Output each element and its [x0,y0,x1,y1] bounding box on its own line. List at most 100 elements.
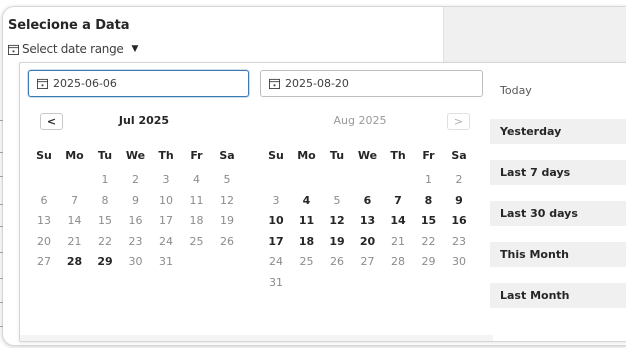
preset-last-7-days[interactable]: Last 7 days [490,160,626,185]
day-cell[interactable]: 27 [355,255,381,268]
day-cell[interactable]: 17 [263,235,289,248]
day-cell[interactable]: 29 [416,255,442,268]
day-cell[interactable]: 24 [263,255,289,268]
day-cell[interactable]: 23 [446,235,472,248]
month-title-july: Jul 2025 [118,114,170,127]
day-cell[interactable]: 19 [324,235,350,248]
weekday-header: Fr [422,149,435,162]
day-cell[interactable]: 30 [446,255,472,268]
left-edge-tick [0,152,3,153]
day-cell[interactable]: 4 [184,173,210,186]
day-cell[interactable]: 5 [214,173,240,186]
day-cell[interactable]: 3 [153,173,179,186]
calendar-icon [269,78,280,89]
day-cell[interactable]: 17 [153,214,179,227]
day-cell[interactable]: 11 [294,214,320,227]
day-cell[interactable]: 12 [214,194,240,207]
calendar-icon [37,78,48,89]
day-cell[interactable]: 4 [294,194,320,207]
day-cell[interactable]: 10 [153,194,179,207]
day-cell[interactable]: 30 [123,255,149,268]
day-cell[interactable]: 25 [294,255,320,268]
day-cell[interactable]: 26 [324,255,350,268]
day-cell[interactable]: 3 [263,194,289,207]
popover-footer-shade [20,335,493,341]
day-cell[interactable]: 25 [184,235,210,248]
day-cell[interactable]: 23 [123,235,149,248]
day-cell[interactable]: 7 [62,194,88,207]
left-edge-tick [0,302,3,303]
day-cell[interactable]: 13 [31,214,57,227]
left-edge-tick [0,176,3,177]
day-cell[interactable]: 28 [385,255,411,268]
day-cell[interactable]: 7 [385,194,411,207]
day-cell[interactable]: 9 [123,194,149,207]
weekday-header: Tu [97,149,113,162]
preset-yesterday[interactable]: Yesterday [490,119,626,144]
day-cell[interactable]: 22 [92,235,118,248]
day-cell[interactable]: 1 [92,173,118,186]
caret-down-icon: ▼ [131,44,139,54]
day-cell[interactable]: 2 [123,173,149,186]
end-date-input[interactable]: 2025-08-20 [260,70,483,97]
preset-this-month[interactable]: This Month [490,242,626,267]
day-cell[interactable]: 15 [416,214,442,227]
day-cell[interactable]: 2 [446,173,472,186]
day-cell[interactable]: 20 [31,235,57,248]
weekday-header: Mo [297,149,316,162]
day-cell[interactable]: 18 [294,235,320,248]
day-cell[interactable]: 31 [153,255,179,268]
left-edge-tick [0,326,3,327]
next-month-button[interactable]: > [447,113,470,130]
preset-last-30-days[interactable]: Last 30 days [490,201,626,226]
day-cell[interactable]: 15 [92,214,118,227]
date-range-trigger-label: Select date range [22,42,124,56]
app-root: Selecione a Data Select date range ▼ 202… [0,0,626,348]
day-cell[interactable]: 14 [385,214,411,227]
day-cell[interactable]: 21 [62,235,88,248]
day-cell[interactable]: 16 [123,214,149,227]
preset-label: Yesterday [500,125,562,138]
day-cell[interactable]: 22 [416,235,442,248]
day-cell[interactable]: 11 [184,194,210,207]
day-cell[interactable]: 31 [263,276,289,289]
preset-last-month[interactable]: Last Month [490,283,626,308]
day-cell[interactable]: 21 [385,235,411,248]
day-cell[interactable]: 12 [324,214,350,227]
end-date-value: 2025-08-20 [285,77,349,90]
day-cell[interactable]: 1 [416,173,442,186]
weekday-header: Su [36,149,52,162]
weekday-header: Th [158,149,174,162]
day-cell[interactable]: 8 [416,194,442,207]
page-title: Selecione a Data [8,18,130,33]
preset-label: Last 7 days [500,166,571,179]
day-cell[interactable]: 26 [214,235,240,248]
weekday-header: Mo [65,149,84,162]
weekday-header: Sa [219,149,235,162]
month-title-august: Aug 2025 [333,114,387,127]
preset-label: Last 30 days [500,207,578,220]
day-cell[interactable]: 6 [31,194,57,207]
preset-label: Last Month [500,289,570,302]
day-cell[interactable]: 6 [355,194,381,207]
day-cell[interactable]: 14 [62,214,88,227]
day-cell[interactable]: 29 [92,255,118,268]
day-cell[interactable]: 27 [31,255,57,268]
day-cell[interactable]: 20 [355,235,381,248]
day-cell[interactable]: 18 [184,214,210,227]
date-range-trigger[interactable]: Select date range ▼ [8,42,138,56]
day-cell[interactable]: 10 [263,214,289,227]
prev-month-button[interactable]: < [40,113,63,130]
day-cell[interactable]: 19 [214,214,240,227]
day-cell[interactable]: 5 [324,194,350,207]
left-edge-tick [0,278,3,279]
day-cell[interactable]: 8 [92,194,118,207]
day-cell[interactable]: 16 [446,214,472,227]
day-cell[interactable]: 28 [62,255,88,268]
day-cell[interactable]: 9 [446,194,472,207]
preset-label: This Month [500,248,569,261]
start-date-input[interactable]: 2025-06-06 [28,70,249,97]
day-cell[interactable]: 24 [153,235,179,248]
preset-today[interactable]: Today [490,78,626,103]
day-cell[interactable]: 13 [355,214,381,227]
